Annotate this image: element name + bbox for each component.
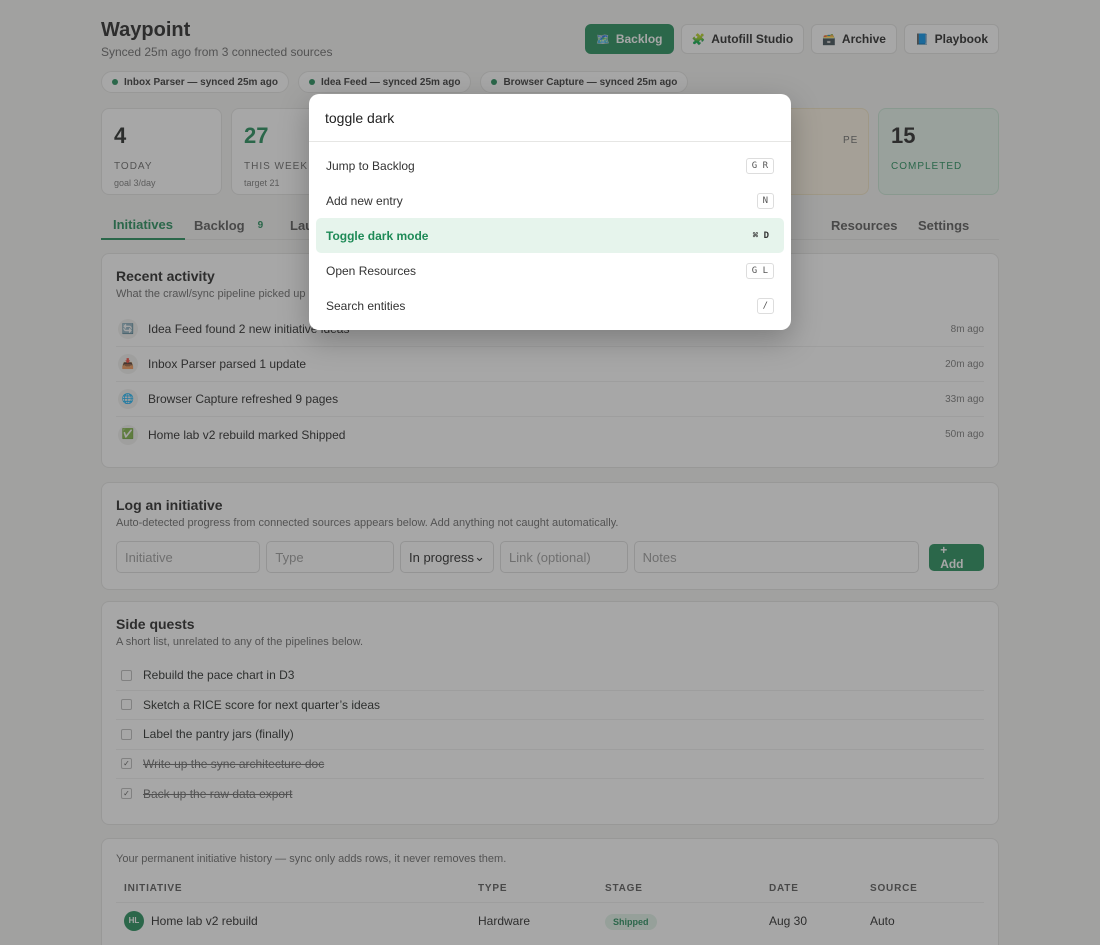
command-label: Search entities bbox=[326, 298, 406, 313]
command-label: Add new entry bbox=[326, 193, 403, 208]
command-toggle-dark-mode[interactable]: Toggle dark mode ⌘ D bbox=[316, 218, 784, 253]
shortcut-key: N bbox=[756, 192, 774, 209]
shortcut-key: G L bbox=[745, 262, 774, 279]
shortcut-key: / bbox=[756, 297, 774, 314]
command-label: Toggle dark mode bbox=[326, 228, 429, 243]
command-list: Jump to Backlog G R Add new entry N Toggle… bbox=[309, 142, 791, 329]
command-palette: toggle dark Jump to Backlog G R Add new e… bbox=[309, 94, 791, 330]
shortcut-key: ⌘ D bbox=[752, 230, 769, 241]
command-label: Open Resources bbox=[326, 263, 417, 278]
command-open-resources[interactable]: Open Resources G L bbox=[316, 253, 784, 288]
shortcut-key: G R bbox=[745, 157, 774, 174]
command-search-input[interactable]: toggle dark bbox=[309, 94, 791, 142]
command-search-entities[interactable]: Search entities / bbox=[316, 288, 784, 323]
command-add-new-entry[interactable]: Add new entry N bbox=[316, 183, 784, 218]
command-label: Jump to Backlog bbox=[326, 158, 415, 173]
command-jump-to-backlog[interactable]: Jump to Backlog G R bbox=[316, 148, 784, 183]
